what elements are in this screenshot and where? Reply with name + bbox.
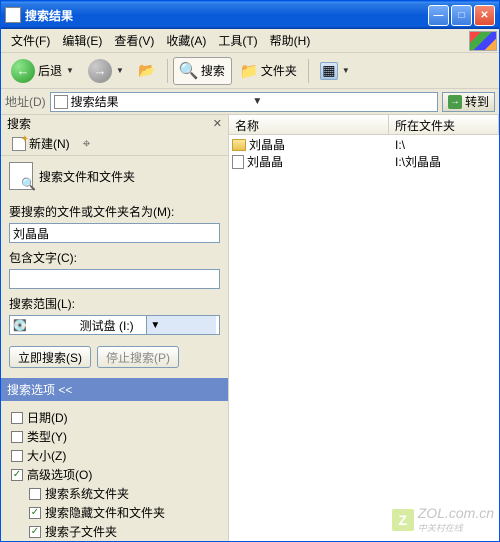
forward-dropdown-icon: ▼	[116, 66, 124, 75]
hidden-label: 搜索隐藏文件和文件夹	[45, 504, 165, 521]
result-location: I:\	[389, 138, 499, 152]
up-button[interactable]: 📂	[132, 58, 162, 84]
advanced-label: 高级选项(O)	[27, 466, 92, 483]
type-label: 类型(Y)	[27, 428, 67, 445]
address-doc-icon	[54, 95, 68, 109]
result-row[interactable]: 刘晶晶 I:\刘晶晶	[229, 153, 499, 170]
size-checkbox[interactable]	[11, 450, 23, 462]
results-pane: 名称 所在文件夹 刘晶晶 I:\ 刘晶晶 I:\刘晶晶	[229, 115, 499, 541]
window-title: 搜索结果	[25, 7, 428, 24]
search-label: 搜索	[201, 62, 225, 79]
size-label: 大小(Z)	[27, 447, 66, 464]
views-dropdown-icon: ▼	[342, 66, 350, 75]
drive-icon: 💽	[13, 319, 76, 332]
subfolders-label: 搜索子文件夹	[45, 523, 117, 540]
folders-button[interactable]: 📁 文件夹	[234, 58, 303, 84]
hidden-checkbox[interactable]	[29, 507, 41, 519]
search-section-title: 搜索文件和文件夹	[39, 168, 135, 185]
new-search-label: 新建(N)	[29, 135, 70, 152]
address-bar: 地址(D) 搜索结果 ▼ → 转到	[1, 89, 499, 115]
col-name[interactable]: 名称	[229, 115, 389, 134]
back-dropdown-icon: ▼	[66, 66, 74, 75]
address-value: 搜索结果	[71, 93, 253, 110]
search-files-icon	[9, 162, 33, 190]
result-name: 刘晶晶	[247, 153, 283, 170]
sys-label: 搜索系统文件夹	[45, 485, 129, 502]
date-label: 日期(D)	[27, 409, 68, 426]
customize-icon[interactable]: ⌖	[81, 133, 93, 154]
app-icon	[5, 7, 21, 23]
folder-result-icon	[232, 139, 246, 151]
minimize-button[interactable]: —	[428, 5, 449, 26]
contains-label: 包含文字(C):	[9, 249, 220, 266]
menu-bar: 文件(F) 编辑(E) 查看(V) 收藏(A) 工具(T) 帮助(H)	[1, 29, 499, 53]
forward-button[interactable]: → ▼	[82, 55, 130, 87]
menu-tools[interactable]: 工具(T)	[212, 30, 263, 51]
address-dropdown-icon[interactable]: ▼	[252, 96, 434, 107]
watermark: Z ZOL.com.cn 中关村在线	[392, 505, 494, 534]
scope-value: 测试盘 (I:)	[80, 317, 143, 334]
contains-input[interactable]	[9, 269, 220, 289]
result-row[interactable]: 刘晶晶 I:\	[229, 136, 499, 153]
sys-checkbox[interactable]	[29, 488, 41, 500]
search-now-button[interactable]: 立即搜索(S)	[9, 346, 91, 368]
search-pane: 搜索 ✕ 新建(N) ⌖ 搜索文件和文件夹 要搜索的文件或文件夹名为(M): 包…	[1, 115, 229, 541]
advanced-checkbox[interactable]	[11, 469, 23, 481]
folder-icon: 📁	[240, 62, 258, 80]
go-button[interactable]: → 转到	[442, 92, 495, 112]
go-arrow-icon: →	[448, 95, 462, 109]
search-options-header[interactable]: 搜索选项 <<	[1, 378, 228, 401]
subfolders-checkbox[interactable]	[29, 526, 41, 538]
new-search-icon	[12, 137, 26, 151]
type-checkbox[interactable]	[11, 431, 23, 443]
folders-label: 文件夹	[261, 62, 297, 79]
search-pane-close[interactable]: ✕	[213, 117, 222, 130]
doc-result-icon	[232, 155, 244, 169]
menu-file[interactable]: 文件(F)	[5, 30, 56, 51]
close-button[interactable]: ✕	[474, 5, 495, 26]
results-list: 刘晶晶 I:\ 刘晶晶 I:\刘晶晶	[229, 135, 499, 541]
watermark-text: ZOL.com.cn	[418, 505, 494, 521]
new-search-button[interactable]: 新建(N)	[7, 132, 75, 155]
date-checkbox[interactable]	[11, 412, 23, 424]
watermark-logo-icon: Z	[392, 509, 414, 531]
col-location[interactable]: 所在文件夹	[389, 115, 499, 134]
scope-combo[interactable]: 💽 测试盘 (I:) ▼	[9, 315, 220, 335]
scope-dropdown-icon[interactable]: ▼	[146, 316, 216, 334]
go-label: 转到	[465, 93, 489, 110]
menu-view[interactable]: 查看(V)	[108, 30, 160, 51]
search-icon: 🔍	[180, 62, 198, 80]
menu-help[interactable]: 帮助(H)	[264, 30, 317, 51]
watermark-subtext: 中关村在线	[418, 521, 494, 534]
back-button[interactable]: ← 后退 ▼	[5, 55, 80, 87]
views-icon: ▦	[320, 62, 338, 80]
name-input[interactable]	[9, 223, 220, 243]
title-bar: 搜索结果 — □ ✕	[1, 1, 499, 29]
result-name: 刘晶晶	[249, 136, 285, 153]
address-input[interactable]: 搜索结果 ▼	[50, 92, 438, 112]
views-button[interactable]: ▦ ▼	[314, 58, 356, 84]
menu-favorites[interactable]: 收藏(A)	[160, 30, 212, 51]
windows-logo-icon	[469, 31, 497, 51]
folder-up-icon: 📂	[138, 62, 156, 80]
maximize-button[interactable]: □	[451, 5, 472, 26]
back-label: 后退	[38, 62, 62, 79]
forward-arrow-icon: →	[88, 59, 112, 83]
search-pane-title: 搜索	[7, 115, 31, 132]
address-label: 地址(D)	[5, 93, 46, 110]
name-label: 要搜索的文件或文件夹名为(M):	[9, 203, 220, 220]
search-toolbar-button[interactable]: 🔍 搜索	[173, 57, 232, 85]
stop-search-button[interactable]: 停止搜索(P)	[97, 346, 179, 368]
menu-edit[interactable]: 编辑(E)	[56, 30, 108, 51]
result-location: I:\刘晶晶	[389, 153, 499, 170]
toolbar: ← 后退 ▼ → ▼ 📂 🔍 搜索 📁 文件夹 ▦ ▼	[1, 53, 499, 89]
back-arrow-icon: ←	[11, 59, 35, 83]
results-header: 名称 所在文件夹	[229, 115, 499, 135]
scope-label: 搜索范围(L):	[9, 295, 220, 312]
